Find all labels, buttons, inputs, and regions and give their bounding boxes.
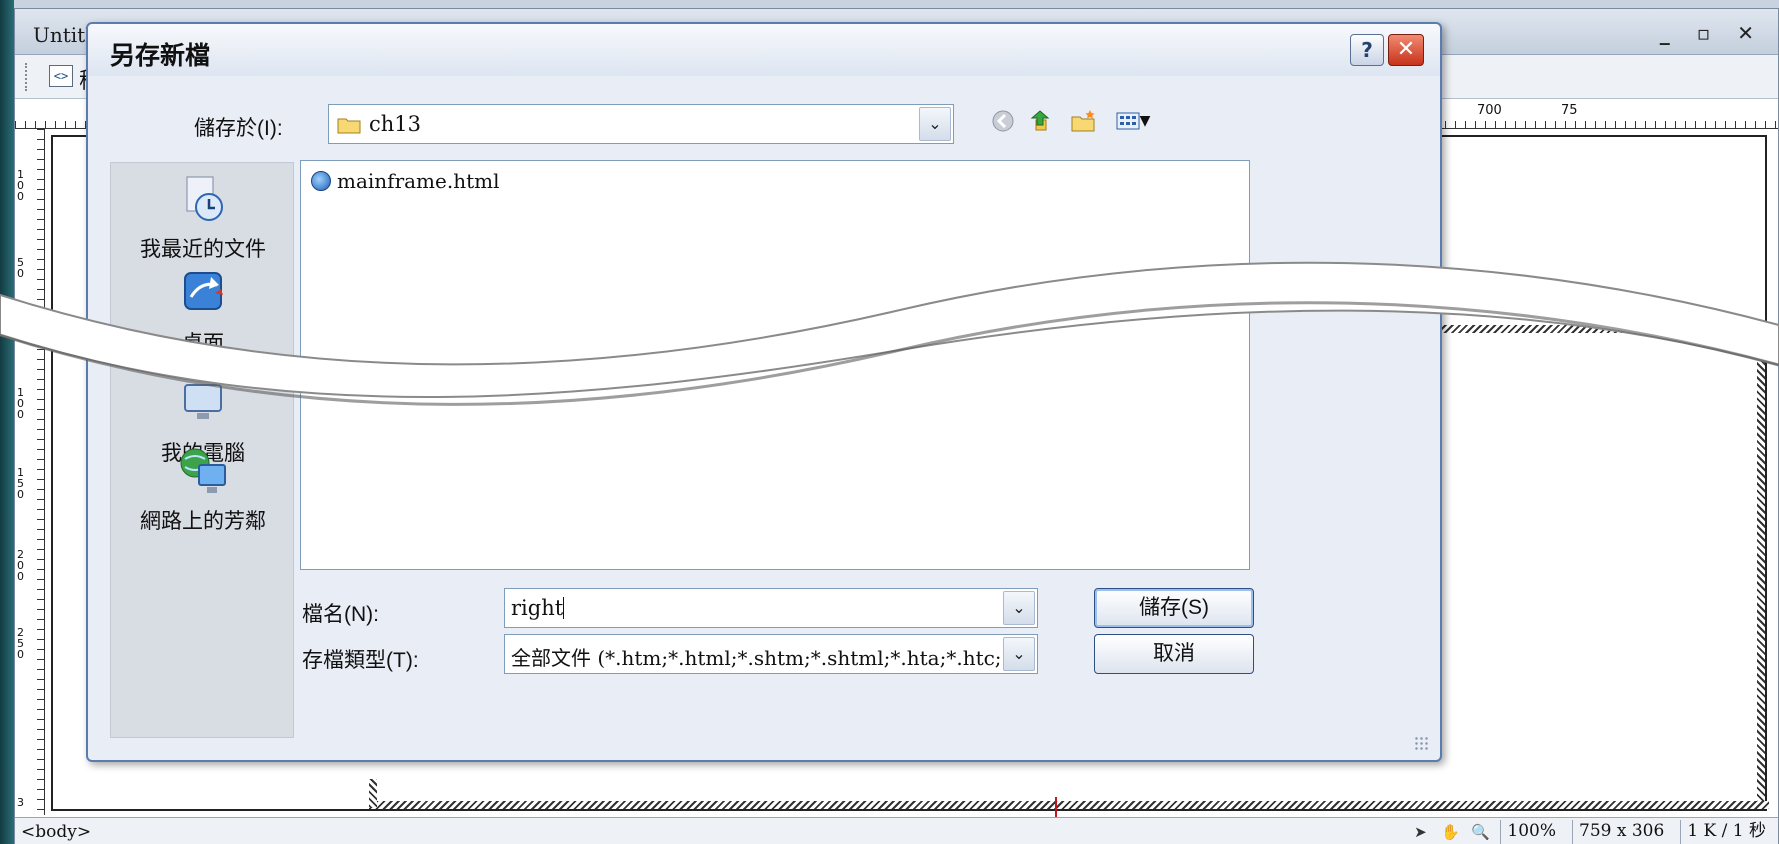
filename-label: 檔名(N): <box>302 603 379 626</box>
folder-icon <box>337 118 361 134</box>
place-label: 網路上的芳鄰 <box>140 510 266 533</box>
save-in-value: ch13 <box>369 112 422 136</box>
filetype-label: 存檔類型(T): <box>302 649 419 672</box>
views-icon <box>1116 112 1140 130</box>
cancel-button[interactable]: 取消 <box>1094 634 1254 674</box>
zoom-level[interactable]: 100% <box>1500 820 1562 844</box>
download-time: 1 K / 1 秒 <box>1680 820 1772 844</box>
ruler-label: 2 0 0 <box>17 548 24 583</box>
save-as-dialog: 另存新檔 ? ✕ 儲存於(I): ch13 ⌄ ▼ 我最近的文件 桌面 網路上的… <box>86 22 1442 762</box>
ruler-label: 75 <box>1561 103 1578 118</box>
chevron-down-icon[interactable]: ⌄ <box>919 107 951 141</box>
up-folder-icon[interactable] <box>1030 108 1056 134</box>
tag-selector[interactable]: <body> <box>21 822 91 842</box>
dialog-body: 儲存於(I): ch13 ⌄ ▼ 我最近的文件 桌面 網路上的芳鄰 mainfr… <box>94 76 1434 756</box>
html-file-icon <box>311 171 331 191</box>
ruler-label: 1 0 0 <box>17 168 24 203</box>
ruler-label: 5 0 <box>17 256 24 280</box>
back-icon[interactable] <box>990 108 1016 134</box>
desktop-icon <box>184 272 223 310</box>
status-bar: <body> ➤ ✋ 🔍 100% 759 x 306 1 K / 1 秒 <box>15 817 1778 844</box>
network-places-icon <box>180 448 226 493</box>
window-edge <box>0 0 14 844</box>
list-item[interactable]: mainframe.html <box>311 169 500 193</box>
chevron-down-icon[interactable]: ⌄ <box>1003 591 1035 625</box>
navigation-toolbar: ▼ <box>990 108 1156 134</box>
window-controls[interactable]: _ ▫ ✕ <box>1660 21 1764 45</box>
filetype-select[interactable]: 全部文件 (*.htm;*.html;*.shtm;*.shtml;*.hta;… <box>504 634 1038 674</box>
dialog-title: 另存新檔 <box>110 41 211 70</box>
frame-border[interactable] <box>369 801 1769 809</box>
view-menu-icon[interactable]: ▼ <box>1110 108 1156 134</box>
ruler-label: 1 5 0 <box>17 466 24 501</box>
file-name: mainframe.html <box>337 169 500 193</box>
triangle-down-icon: ▼ <box>1139 113 1151 129</box>
ruler-label: 700 <box>1477 103 1502 118</box>
place-recent-documents[interactable]: 我最近的文件 <box>111 173 295 263</box>
toolbar-grip[interactable] <box>25 63 31 91</box>
hand-tool-icon[interactable]: ✋ <box>1440 822 1460 842</box>
chevron-down-icon[interactable]: ⌄ <box>1003 637 1035 671</box>
place-network[interactable]: 網路上的芳鄰 <box>111 445 295 535</box>
save-in-label: 儲存於(I): <box>194 117 283 140</box>
dialog-titlebar[interactable]: 另存新檔 ? ✕ <box>88 24 1440 76</box>
save-button[interactable]: 儲存(S) <box>1094 588 1254 628</box>
save-in-dropdown[interactable]: ch13 ⌄ <box>328 104 954 144</box>
ruler-label: 1 0 0 <box>17 386 24 421</box>
filename-value: right <box>511 596 565 620</box>
window-size[interactable]: 759 x 306 <box>1572 820 1670 844</box>
new-folder-icon[interactable] <box>1070 108 1096 134</box>
close-button[interactable]: ✕ <box>1388 34 1424 66</box>
ruler-label: 2 5 0 <box>17 626 24 661</box>
ruler-label: 3 <box>17 796 24 809</box>
document-title: Untitl <box>33 23 92 47</box>
text-caret <box>563 597 565 619</box>
vertical-ruler: 1 0 0 5 0 1 0 0 1 5 0 2 0 0 2 5 0 3 <box>15 129 45 815</box>
pointer-tool-icon[interactable]: ➤ <box>1410 822 1430 842</box>
place-desktop[interactable]: 桌面 <box>111 267 295 357</box>
zoom-tool-icon[interactable]: 🔍 <box>1470 822 1490 842</box>
frame-border[interactable] <box>369 779 377 807</box>
recent-documents-icon <box>186 176 223 221</box>
filetype-value: 全部文件 (*.htm;*.html;*.shtm;*.shtml;*.hta;… <box>511 646 1002 670</box>
file-list[interactable]: mainframe.html <box>300 160 1250 570</box>
places-bar: 我最近的文件 桌面 我的電腦 <box>110 162 294 738</box>
filename-input[interactable]: right ⌄ <box>504 588 1038 628</box>
place-label: 我最近的文件 <box>140 238 266 261</box>
frame-border[interactable] <box>1757 333 1765 803</box>
my-computer-icon <box>184 384 222 419</box>
resize-grip[interactable] <box>1414 736 1430 752</box>
filename-text: right <box>511 596 564 620</box>
help-button[interactable]: ? <box>1350 34 1384 66</box>
place-label: 桌面 <box>182 332 224 355</box>
code-view-button[interactable]: <> <box>49 65 73 87</box>
